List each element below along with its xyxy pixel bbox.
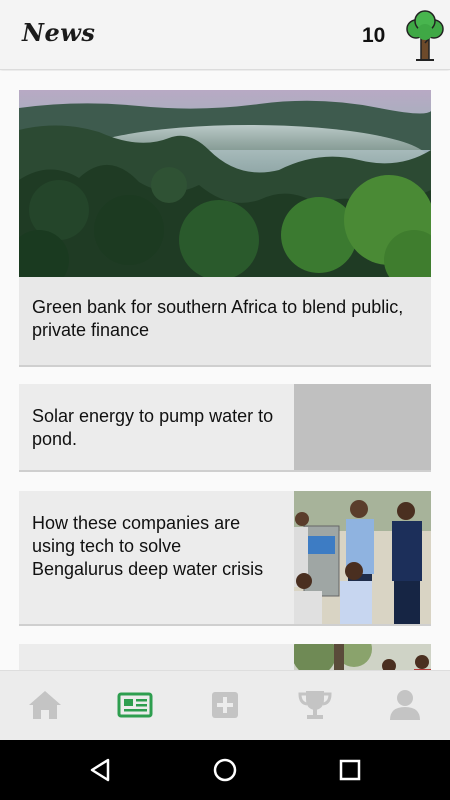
app-bar: News 10	[0, 0, 450, 70]
home-circle-icon[interactable]	[211, 756, 239, 784]
bottom-nav	[0, 670, 450, 740]
profile-icon[interactable]	[385, 687, 425, 723]
article-image	[294, 384, 431, 470]
news-card[interactable]: Solar energy to pump water to pond.	[19, 384, 431, 472]
article-title: Green bank for southern Africa to blend …	[32, 297, 404, 340]
trophy-icon[interactable]	[295, 687, 335, 723]
tree-icon[interactable]	[404, 10, 446, 62]
article-image	[294, 644, 431, 670]
page-title: News	[22, 18, 96, 47]
system-nav-bar	[0, 740, 450, 800]
home-icon[interactable]	[25, 687, 65, 723]
article-title: How these companies are using tech to so…	[32, 513, 264, 579]
recents-icon[interactable]	[336, 756, 364, 784]
article-image	[294, 491, 431, 624]
news-feed[interactable]: Green bank for southern Africa to blend …	[0, 71, 450, 670]
article-image	[19, 90, 431, 277]
news-card[interactable]	[19, 644, 431, 670]
add-icon[interactable]	[205, 687, 245, 723]
news-icon[interactable]	[115, 687, 155, 723]
score-counter: 10	[362, 24, 386, 47]
back-icon[interactable]	[86, 756, 114, 784]
news-card[interactable]: Green bank for southern Africa to blend …	[19, 90, 431, 367]
news-card[interactable]: How these companies are using tech to so…	[19, 491, 431, 626]
article-title: Solar energy to pump water to pond.	[32, 406, 274, 449]
